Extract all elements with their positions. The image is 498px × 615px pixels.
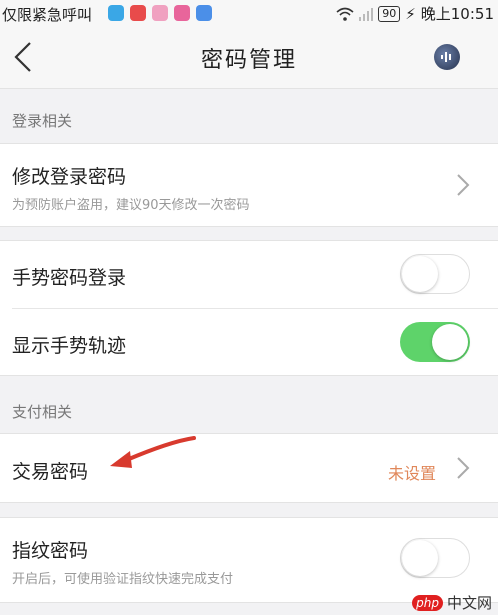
trade-password-group: 交易密码 未设置 (0, 433, 498, 503)
app-notification-icon (108, 5, 124, 21)
image-smudge (300, 348, 388, 354)
status-bar: 仅限紧急呼叫 90 ⚡ 晚上10:51 (0, 0, 498, 26)
clock: 晚上10:51 (420, 5, 494, 23)
fingerprint-password-toggle[interactable] (400, 538, 470, 578)
row-subtitle: 开启后，可使用验证指纹快速完成支付 (12, 572, 234, 587)
toggle-knob (432, 324, 468, 360)
row-title: 修改登录密码 (12, 166, 127, 188)
carrier-text: 仅限紧急呼叫 (2, 6, 93, 24)
notification-icons (108, 5, 212, 21)
watermark-logo: php (412, 594, 443, 611)
row-title: 指纹密码 (12, 540, 89, 562)
row-title: 手势密码登录 (12, 267, 127, 289)
chevron-right-icon (457, 457, 470, 479)
show-gesture-trace-toggle[interactable] (400, 322, 470, 362)
page-title: 密码管理 (200, 48, 297, 73)
gesture-login-row: 手势密码登录 (0, 241, 498, 308)
show-gesture-trace-row: 显示手势轨迹 (0, 309, 498, 375)
gesture-login-toggle[interactable] (400, 254, 470, 294)
change-login-password-row[interactable]: 修改登录密码 为预防账户盗用，建议90天修改一次密码 (0, 144, 498, 226)
signal-icon (359, 7, 374, 21)
row-subtitle: 为预防账户盗用，建议90天修改一次密码 (12, 198, 250, 213)
login-password-group: 修改登录密码 为预防账户盗用，建议90天修改一次密码 (0, 143, 498, 227)
nav-bar: 密码管理 (0, 26, 498, 89)
watermark: php 中文网 (412, 592, 492, 613)
app-notification-icon (130, 5, 146, 21)
voice-assistant-button[interactable] (434, 44, 460, 70)
charging-icon: ⚡ (405, 4, 416, 23)
row-title: 交易密码 (12, 461, 89, 483)
app-notification-icon (152, 5, 168, 21)
voice-assistant-icon (441, 52, 451, 62)
app-notification-icon (174, 5, 190, 21)
trade-password-row[interactable]: 交易密码 未设置 (0, 434, 498, 502)
toggle-knob (402, 540, 438, 576)
app-notification-icon (196, 5, 212, 21)
toggle-knob (402, 256, 438, 292)
fingerprint-password-row: 指纹密码 开启后，可使用验证指纹快速完成支付 (0, 518, 498, 602)
chevron-right-icon (457, 174, 470, 196)
section-header-login: 登录相关 (12, 112, 73, 130)
battery-indicator: 90 (378, 5, 401, 22)
wifi-icon (336, 7, 354, 21)
row-title: 显示手势轨迹 (12, 335, 127, 357)
gesture-group: 手势密码登录 显示手势轨迹 (0, 240, 498, 376)
section-header-pay: 支付相关 (12, 403, 73, 421)
fingerprint-group: 指纹密码 开启后，可使用验证指纹快速完成支付 (0, 517, 498, 603)
watermark-text: 中文网 (446, 594, 492, 612)
trade-password-status: 未设置 (387, 464, 436, 483)
system-status: 90 ⚡ 晚上10:51 (336, 3, 494, 24)
annotation-arrow-icon (110, 436, 196, 468)
